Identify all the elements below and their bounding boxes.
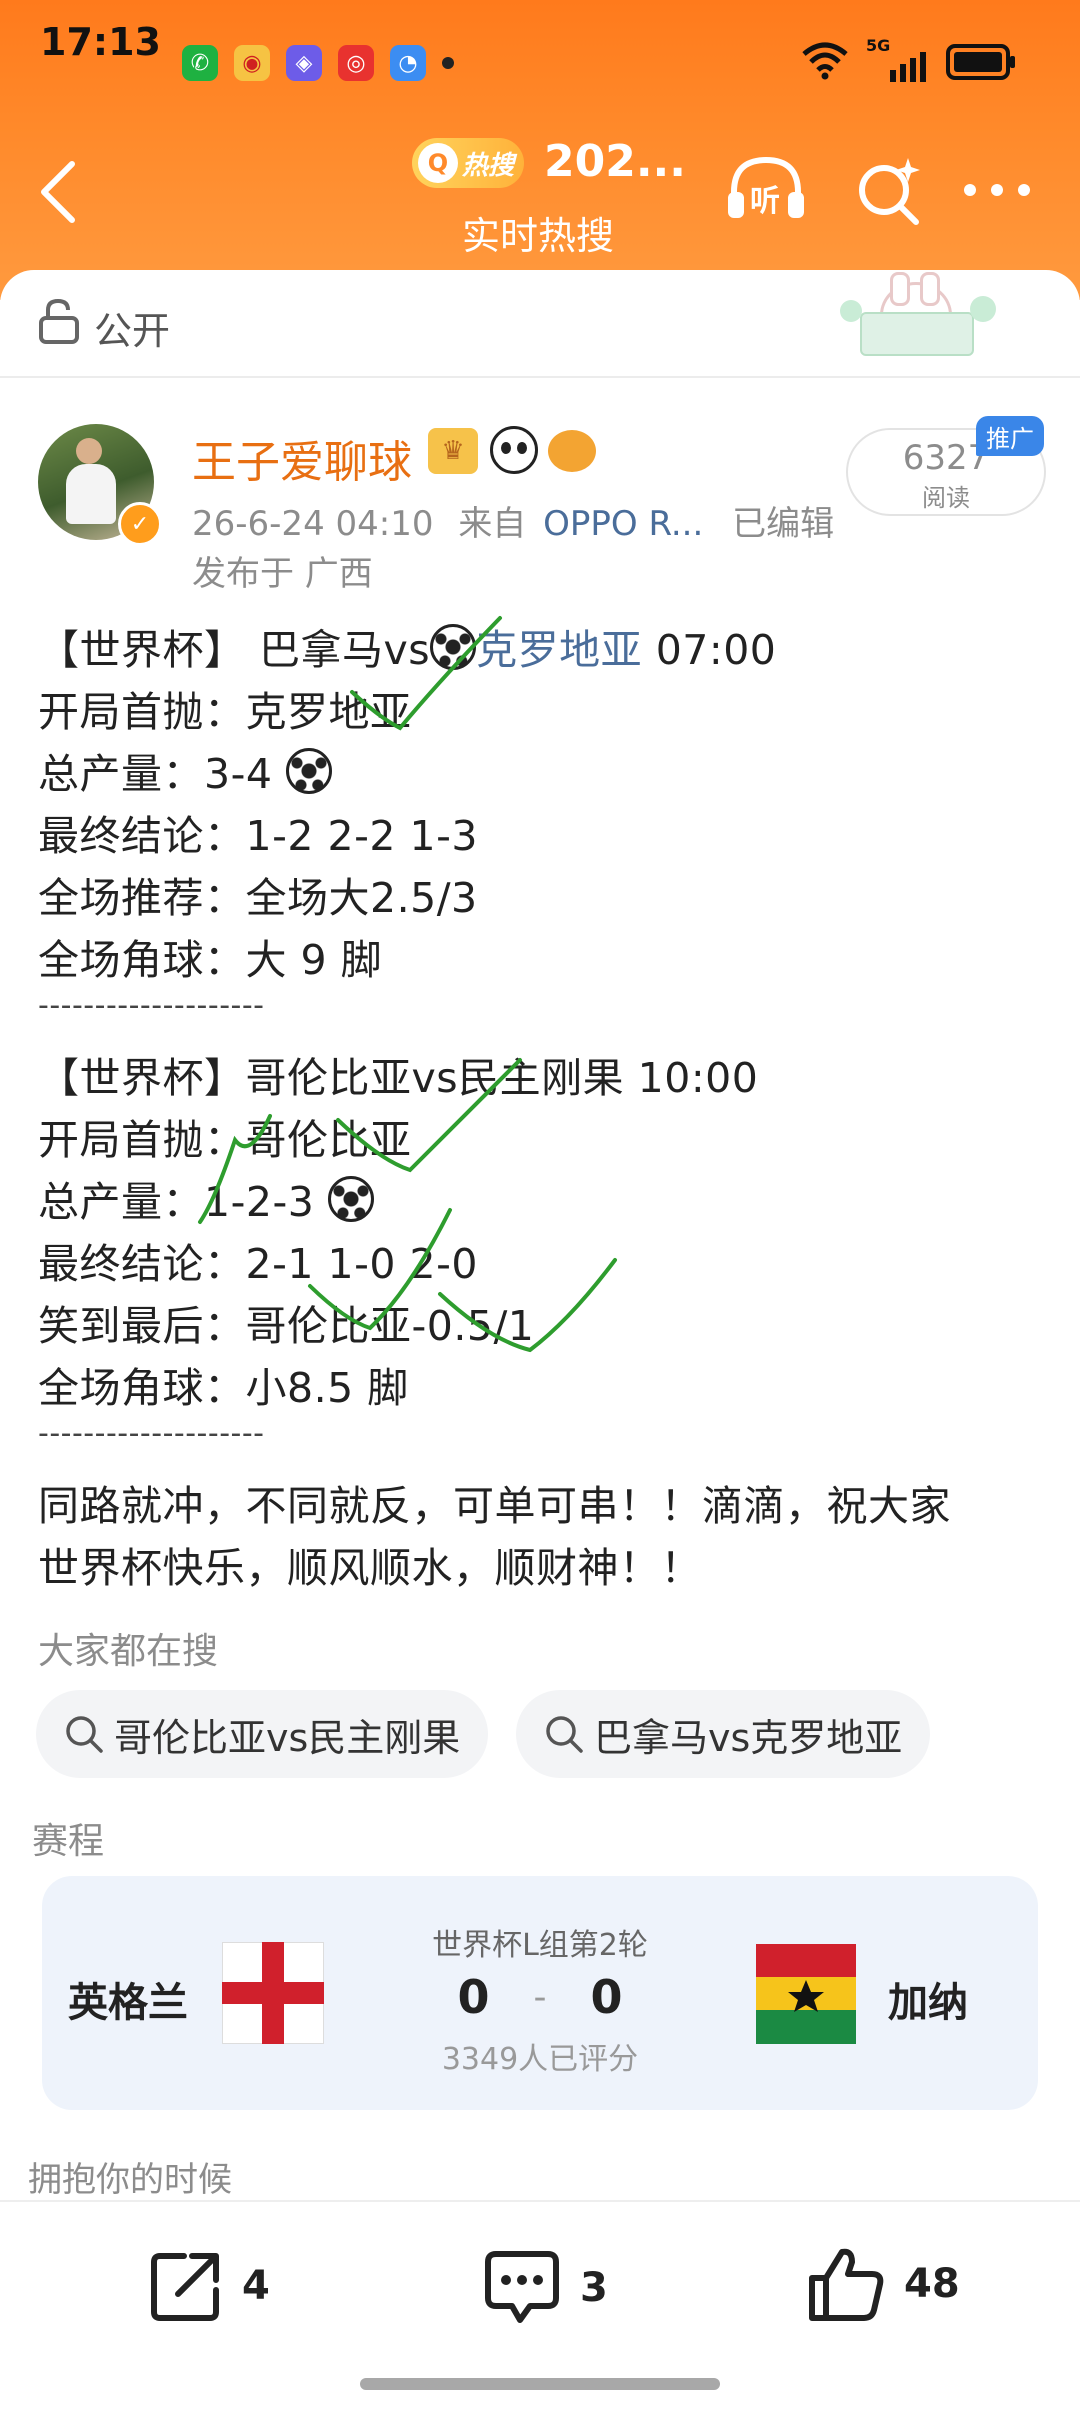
page-subtitle: 实时热搜 <box>462 214 615 258</box>
edited-label[interactable]: 已编辑 <box>732 504 834 544</box>
battery-icon <box>946 44 1015 80</box>
lock-open-icon <box>39 298 79 344</box>
status-time: 17:13 <box>40 20 161 64</box>
music-app-icon: ◎ <box>338 45 374 81</box>
schedule-heading: 赛程 <box>32 1821 105 1862</box>
search-icon <box>66 1716 103 1753</box>
checkmark-match2-last <box>438 1258 617 1353</box>
crown-badge-icon: ♛ <box>428 428 478 474</box>
search-chip-2[interactable]: 巴拿马vs克罗地亚 <box>516 1690 931 1778</box>
panda-badge-icon <box>490 426 538 474</box>
author-name[interactable]: 王子爱聊球 <box>192 426 412 490</box>
page-title: 202... <box>544 136 686 187</box>
share-icon <box>151 2253 219 2321</box>
browser-app-icon: ◔ <box>390 45 426 81</box>
home-score: 0 <box>457 1970 490 2024</box>
post-from-label: 来自 <box>458 504 527 544</box>
privacy-label: 公开 <box>94 309 171 353</box>
verified-badge-icon: ✓ <box>118 502 162 546</box>
back-icon[interactable] <box>38 160 78 224</box>
search-icon <box>546 1716 583 1753</box>
search-chip-1-label: 哥伦比亚vs民主刚果 <box>114 1715 461 1760</box>
fish-badge-icon <box>548 430 596 472</box>
listen-button[interactable]: 听 <box>726 154 806 224</box>
bunny-sticker <box>840 272 1000 358</box>
ghana-flag-icon <box>756 1944 856 2044</box>
post-location: 发布于 广西 <box>192 554 373 594</box>
search-spark-icon[interactable] <box>854 156 924 226</box>
home-indicator[interactable] <box>360 2378 720 2390</box>
post-device[interactable]: OPPO R... <box>543 504 703 544</box>
rated-count: 3349人已评分 <box>441 2042 639 2077</box>
next-post-hint: 拥抱你的时候 <box>28 2160 232 2200</box>
post-time: 26-6-24 04:10 <box>192 504 434 544</box>
wifi-icon <box>802 42 848 80</box>
checkmark-match2-first-a <box>198 1114 272 1224</box>
more-options-icon[interactable] <box>962 182 1032 198</box>
checkmark-match2-first-b <box>336 1058 522 1173</box>
comment-icon <box>485 2251 559 2323</box>
share-button[interactable]: 4 <box>148 2248 270 2324</box>
post-meta: 26-6-24 04:10 来自 OPPO R... 已编辑 <box>192 496 834 545</box>
separator-2: -------------------- <box>38 1416 265 1451</box>
closing-line-2: 世界杯快乐，顺风顺水，顺财神！！ <box>38 1544 702 1592</box>
search-heading: 大家都在搜 <box>38 1631 219 1672</box>
header-divider <box>0 376 1080 378</box>
share-count: 4 <box>242 2263 270 2309</box>
away-score: 0 <box>590 1970 623 2024</box>
read-label: 阅读 <box>922 484 970 512</box>
hot-search-badge: Q 热搜 <box>412 138 524 188</box>
more-notifications-dot <box>442 57 454 69</box>
closing-line-1: 同路就冲，不同就反，可单可串！！滴滴，祝大家 <box>38 1482 951 1530</box>
like-count: 48 <box>904 2261 960 2307</box>
thumbs-up-icon <box>809 2248 884 2321</box>
match-score: 0 - 0 <box>400 1970 680 2024</box>
checkmark-match2-final <box>308 1208 452 1331</box>
wechat-icon: ✆ <box>182 45 218 81</box>
handwritten-checkmarks <box>198 616 617 1353</box>
score-separator: - <box>533 1976 547 2018</box>
signal-icon <box>890 52 926 82</box>
notification-icons: ✆ ◉ ◈ ◎ ◔ <box>182 45 454 81</box>
hot-search-logo-icon: Q <box>418 143 458 183</box>
match-stage: 世界杯L组第2轮 <box>432 1928 648 1963</box>
comment-button[interactable]: 3 <box>482 2248 608 2328</box>
search-chip-1[interactable]: 哥伦比亚vs民主刚果 <box>36 1690 489 1778</box>
like-button[interactable]: 48 <box>806 2244 960 2324</box>
search-chip-2-label: 巴拿马vs克罗地亚 <box>594 1715 903 1760</box>
promo-badge: 推广 <box>976 416 1044 456</box>
listen-label: 听 <box>750 184 780 219</box>
checkmark-match1 <box>350 616 502 731</box>
hot-badge-text: 热搜 <box>462 150 515 181</box>
shield-app-icon: ◈ <box>286 45 322 81</box>
england-flag-icon <box>222 1942 324 2044</box>
weibo-icon: ◉ <box>234 45 270 81</box>
comment-count: 3 <box>580 2265 608 2311</box>
away-team-name: 加纳 <box>888 1980 968 2026</box>
home-team-name: 英格兰 <box>68 1980 188 2026</box>
